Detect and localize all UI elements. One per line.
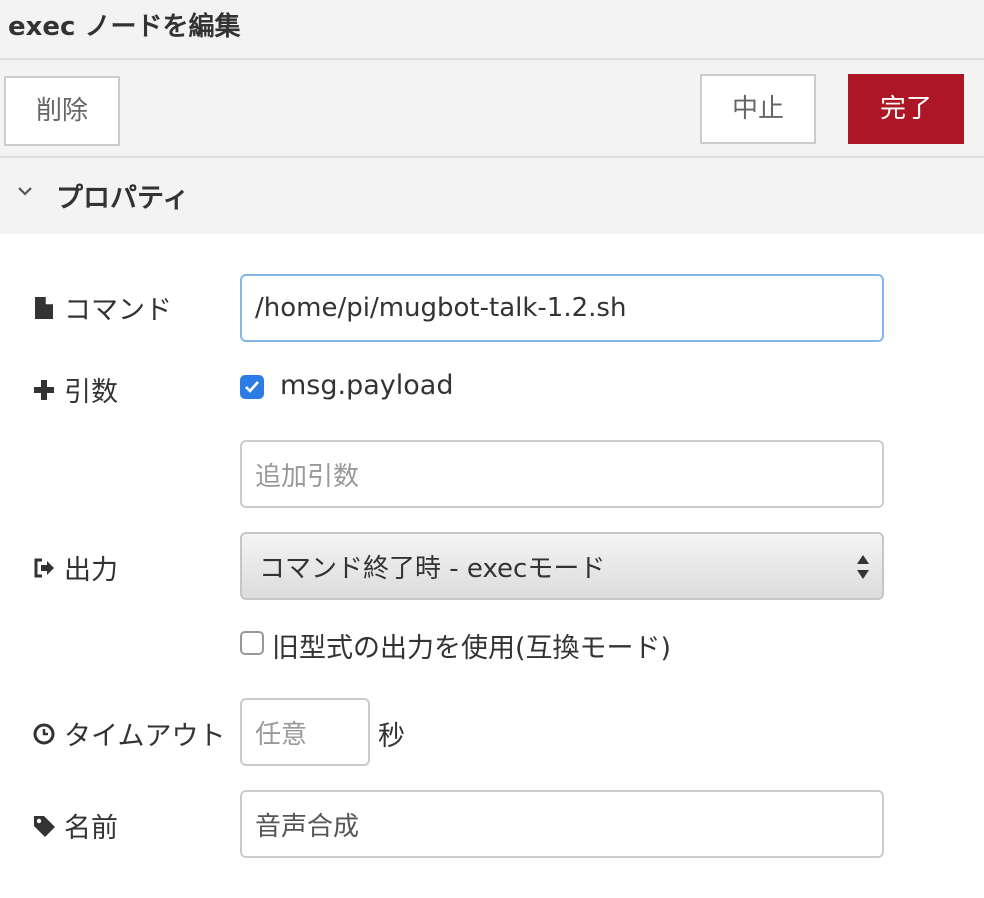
args-label: 引数 [32,370,118,409]
name-label-text: 名前 [64,813,118,844]
timeout-label-text: タイムアウト [64,721,226,752]
timeout-label: タイムアウト [32,714,225,753]
append-payload-checkbox[interactable] [240,375,264,399]
command-input[interactable]: /home/pi/mugbot-talk-1.2.sh [240,274,884,342]
command-label-text: コマンド [64,295,172,326]
dialog-title: exec ノードを編集 [8,12,241,42]
done-button[interactable]: 完了 [848,74,964,144]
name-input-value: 音声合成 [255,811,360,842]
command-input-value: /home/pi/mugbot-talk-1.2.sh [255,293,627,323]
plus-icon [34,379,54,400]
timeout-placeholder: 任意 [255,719,308,750]
name-label: 名前 [32,806,118,845]
checkmark-icon [245,381,259,393]
sign-out-icon [34,558,54,577]
timeout-unit: 秒 [378,721,405,752]
dialog-toolbar: 削除 中止 完了 [0,60,984,158]
timeout-input[interactable]: 任意 [240,698,370,766]
section-title: プロパティ [56,183,190,214]
command-label: コマンド [32,288,172,327]
clock-icon [33,723,55,744]
legacy-output-label: 旧型式の出力を使用(互換モード) [272,633,672,664]
cancel-button[interactable]: 中止 [700,74,816,144]
output-label: 出力 [32,548,118,587]
chevron-down-icon [18,187,32,196]
legacy-output-checkbox[interactable] [240,631,264,655]
name-input[interactable]: 音声合成 [240,790,884,858]
extra-args-placeholder: 追加引数 [255,461,360,492]
args-label-text: 引数 [64,377,118,408]
extra-args-input[interactable]: 追加引数 [240,440,884,508]
file-icon [35,296,53,319]
delete-button[interactable]: 削除 [4,76,120,146]
output-mode-select[interactable]: コマンド終了時 - execモード [240,532,884,600]
output-label-text: 出力 [64,555,118,586]
select-arrows-icon [857,555,869,579]
tag-icon [34,815,55,837]
dialog-titlebar: exec ノードを編集 [0,0,984,60]
properties-section-header[interactable]: プロパティ [0,158,984,234]
append-payload-label: msg.payload [280,370,454,401]
output-mode-selected: コマンド終了時 - execモード [259,553,606,584]
